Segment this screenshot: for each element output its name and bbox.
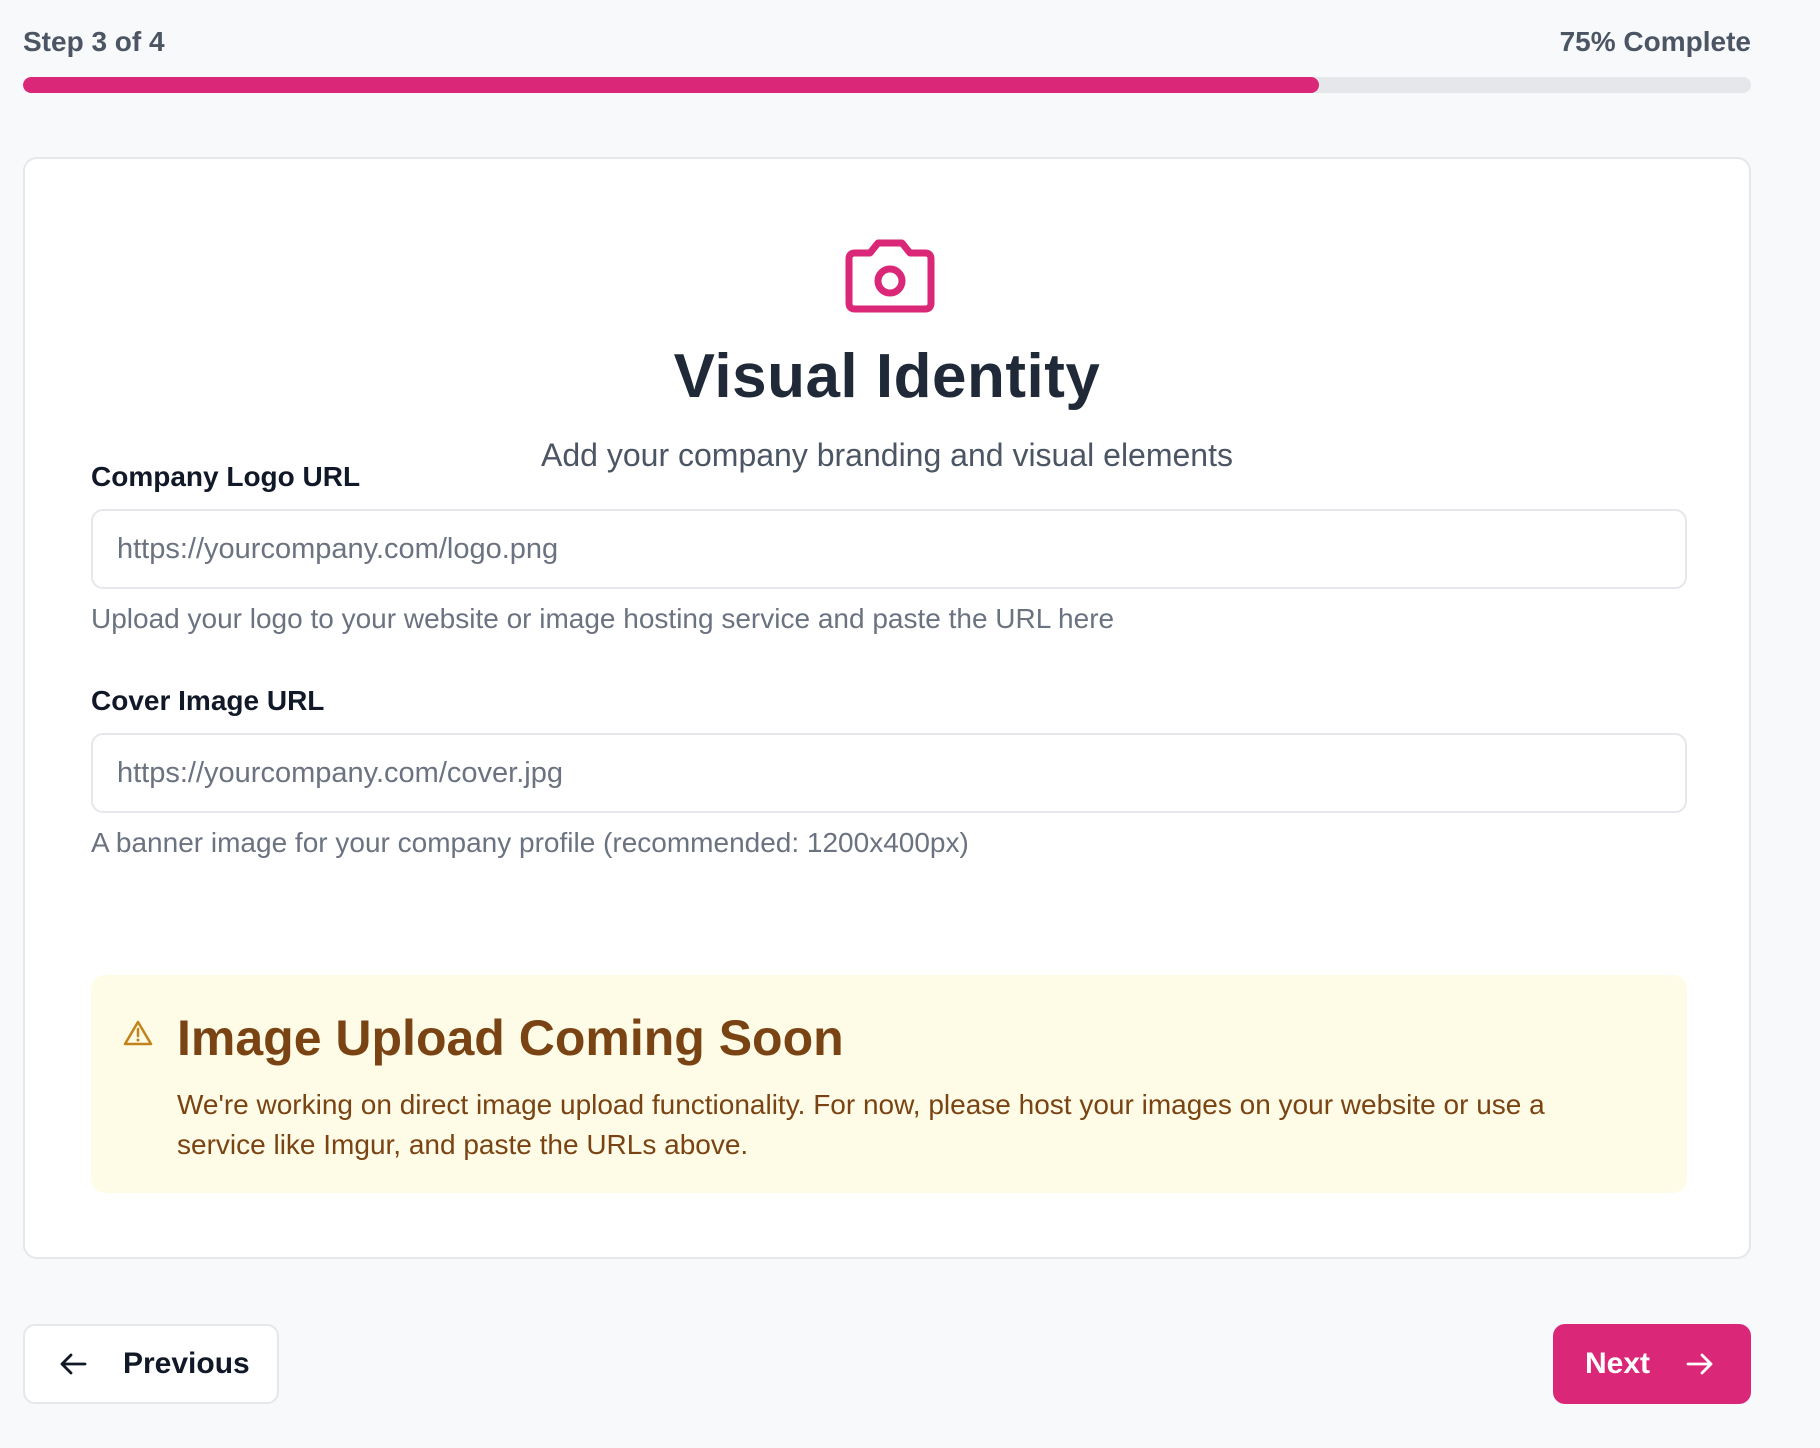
progress-percent: 75% Complete (1559, 26, 1751, 57)
arrow-right-icon (1686, 1353, 1713, 1375)
logo-url-field-group: Company Logo URL Upload your logo to you… (91, 461, 1687, 635)
cover-url-input[interactable] (91, 733, 1687, 813)
cover-url-field-group: Cover Image URL A banner image for your … (91, 685, 1687, 859)
camera-icon (845, 239, 935, 313)
progress-header: Step 3 of 4 75% Complete (23, 0, 1751, 93)
step-counter: Step 3 of 4 (23, 26, 165, 57)
next-button[interactable]: Next (1553, 1324, 1751, 1404)
upload-coming-soon-alert: Image Upload Coming Soon We're working o… (91, 975, 1687, 1193)
previous-button-label: Previous (123, 1347, 250, 1380)
alert-title: Image Upload Coming Soon (177, 1010, 844, 1066)
onboarding-step: Step 3 of 4 75% Complete Visual Identity… (23, 0, 1751, 1404)
next-button-label: Next (1585, 1347, 1651, 1380)
logo-url-input[interactable] (91, 509, 1687, 589)
alert-body: We're working on direct image upload fun… (177, 1089, 1545, 1160)
previous-button[interactable]: Previous (23, 1324, 279, 1404)
page-title: Visual Identity (673, 342, 1101, 411)
warning-icon (123, 1020, 153, 1046)
cover-url-help: A banner image for your company profile … (91, 827, 969, 858)
arrow-left-icon (60, 1353, 87, 1375)
logo-url-help: Upload your logo to your website or imag… (91, 603, 1115, 634)
progress-bar (23, 77, 1751, 93)
progress-bar-fill (23, 77, 1319, 93)
logo-url-label: Company Logo URL (91, 461, 361, 492)
cover-url-label: Cover Image URL (91, 685, 325, 716)
visual-identity-card: Visual Identity Add your company brandin… (23, 157, 1751, 1259)
